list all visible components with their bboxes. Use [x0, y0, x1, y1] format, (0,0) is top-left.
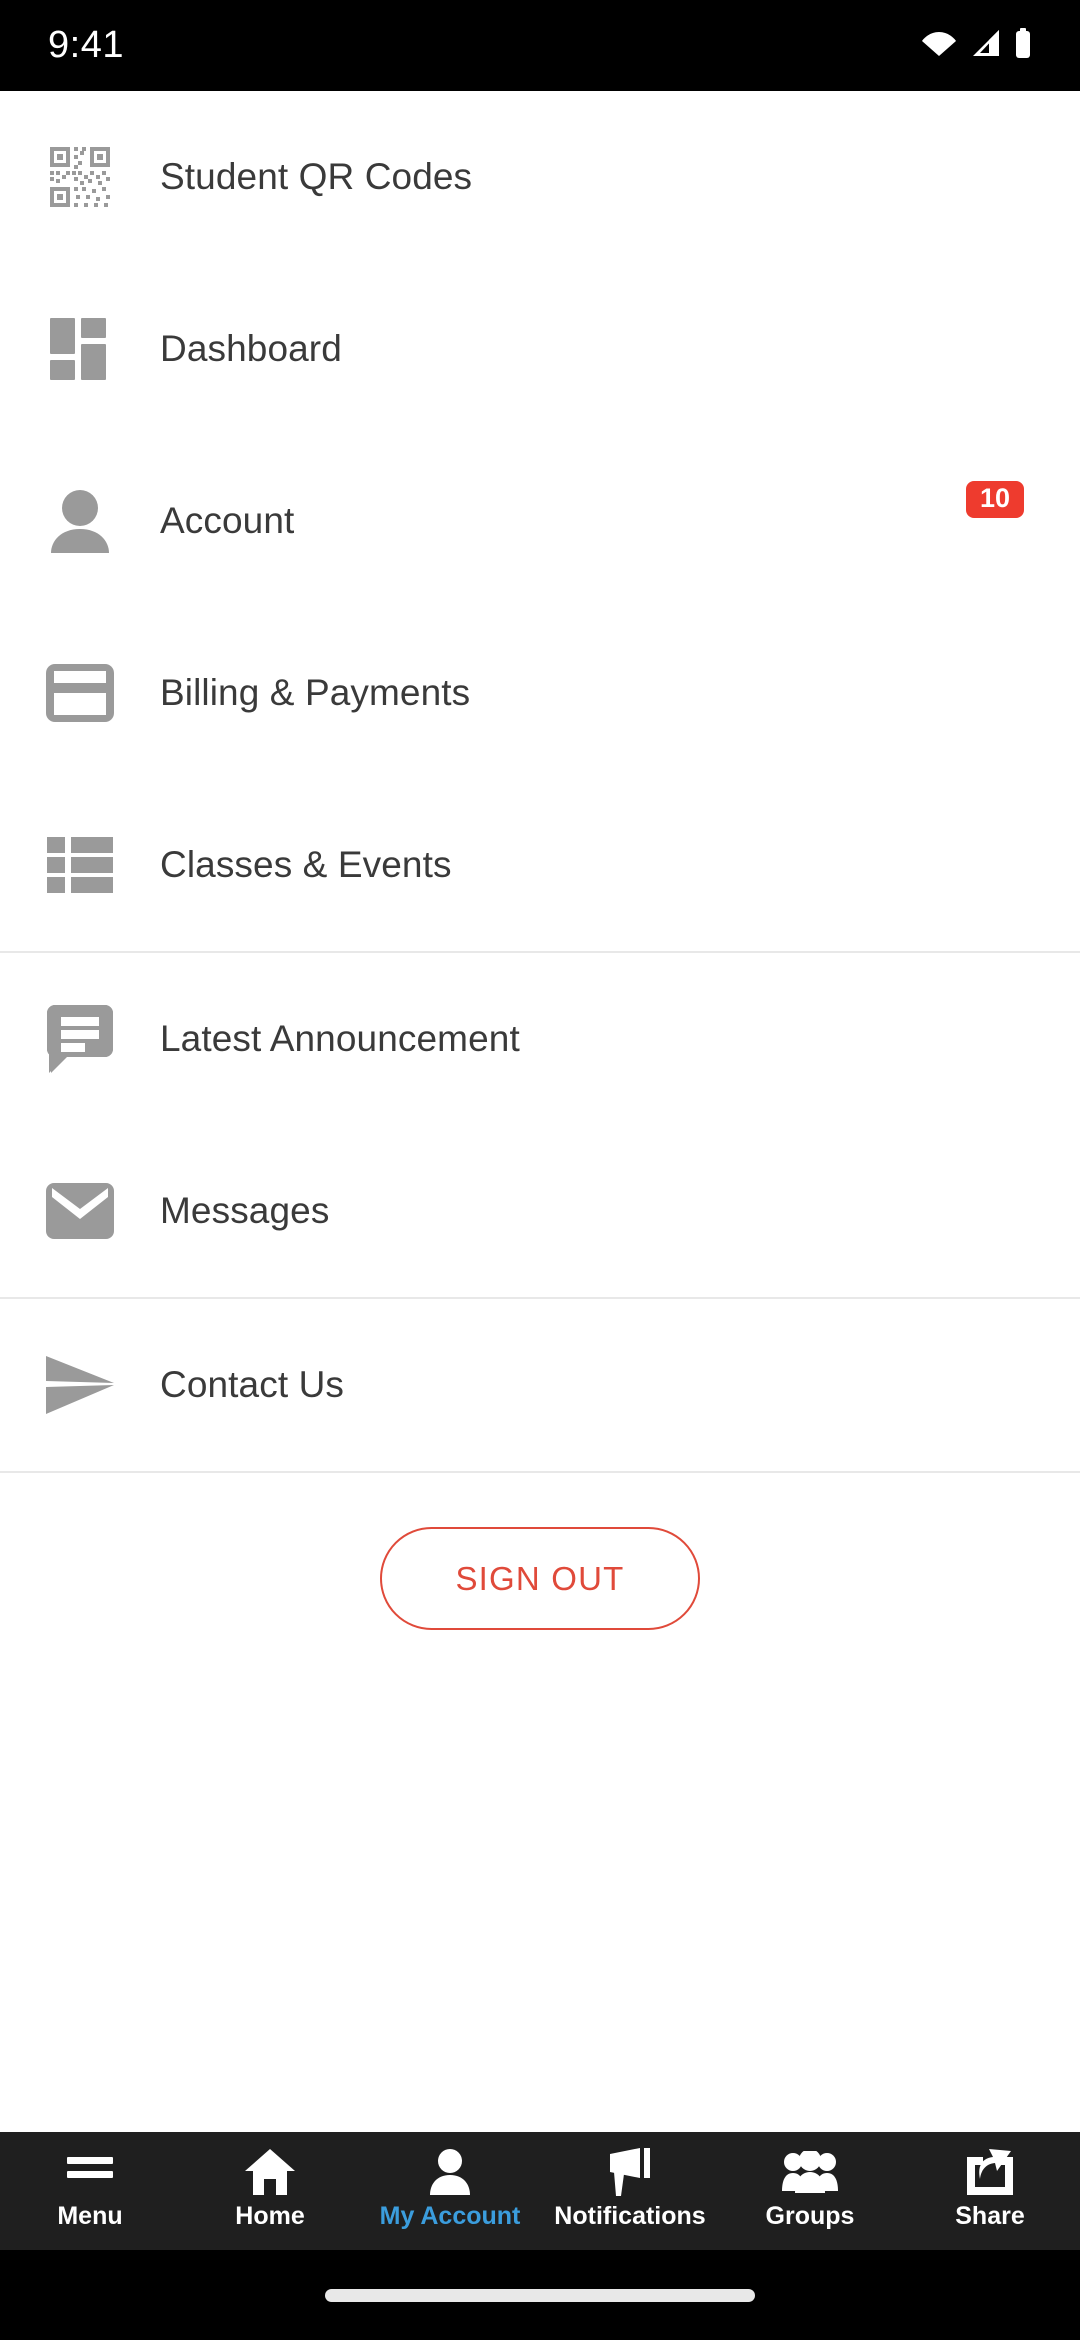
nav-item-label: Share — [955, 2202, 1025, 2230]
battery-icon — [1014, 28, 1032, 63]
sign-out-button[interactable]: SIGN OUT — [380, 1527, 700, 1630]
nav-item-home[interactable]: Home — [180, 2132, 360, 2250]
menu-item-label: Classes & Events — [160, 844, 452, 885]
envelope-icon — [0, 1125, 160, 1297]
gesture-pill[interactable] — [325, 2288, 755, 2302]
menu-item-label: Dashboard — [160, 328, 342, 369]
credit-card-icon — [0, 607, 160, 779]
menu-item-contact-us[interactable]: Contact Us — [0, 1299, 1080, 1471]
menu-item-student-qr-codes[interactable]: Student QR Codes — [0, 91, 1080, 263]
status-bar: 9:41 — [0, 0, 1080, 91]
menu-item-dashboard[interactable]: Dashboard — [0, 263, 1080, 435]
person-icon — [428, 2144, 472, 2200]
menu-item-label: Messages — [160, 1190, 330, 1231]
megaphone-icon — [606, 2144, 654, 2200]
gesture-navigation-bar — [0, 2250, 1080, 2340]
nav-item-label: Groups — [765, 2202, 855, 2230]
menu-group-communication: Latest Announcement Messages — [0, 953, 1080, 1297]
nav-item-notifications[interactable]: Notifications — [540, 2132, 720, 2250]
menu-item-label: Account — [160, 500, 295, 541]
bottom-navigation-bar: Menu Home My Account Notifications Group… — [0, 2132, 1080, 2250]
menu-item-billing-payments[interactable]: Billing & Payments — [0, 607, 1080, 779]
paper-plane-icon — [0, 1299, 160, 1471]
app-screen: 9:41 Student QR Codes Dashboard Account … — [0, 0, 1080, 2340]
menu-group-primary: Student QR Codes Dashboard Account 10 Bi… — [0, 91, 1080, 951]
menu-item-label: Contact Us — [160, 1364, 345, 1405]
menu-item-label: Student QR Codes — [160, 156, 473, 197]
menu-item-label: Latest Announcement — [160, 1018, 520, 1059]
share-icon — [967, 2144, 1013, 2200]
nav-item-groups[interactable]: Groups — [720, 2132, 900, 2250]
menu-group-support: Contact Us — [0, 1299, 1080, 1471]
main-content: Student QR Codes Dashboard Account 10 Bi… — [0, 91, 1080, 2331]
cellular-signal-icon — [970, 30, 1000, 61]
home-icon — [245, 2144, 295, 2200]
nav-item-share[interactable]: Share — [900, 2132, 1080, 2250]
menu-item-account[interactable]: Account 10 — [0, 435, 1080, 607]
nav-item-label: Menu — [57, 2202, 123, 2230]
menu-item-classes-events[interactable]: Classes & Events — [0, 779, 1080, 951]
list-icon — [0, 779, 160, 951]
hamburger-icon — [67, 2144, 113, 2200]
person-icon — [0, 435, 160, 607]
status-time: 9:41 — [48, 24, 124, 66]
wifi-icon — [922, 30, 956, 61]
speech-bubble-icon — [0, 953, 160, 1125]
status-badge: 10 — [965, 481, 1024, 518]
menu-item-label: Billing & Payments — [160, 672, 471, 713]
status-icons — [922, 28, 1032, 63]
nav-item-label: Home — [235, 2202, 305, 2230]
nav-item-label: My Account — [379, 2202, 521, 2230]
people-group-icon — [782, 2144, 838, 2200]
nav-item-label: Notifications — [554, 2202, 706, 2230]
qr-code-icon — [0, 91, 160, 263]
dashboard-grid-icon — [0, 263, 160, 435]
nav-item-my-account[interactable]: My Account — [360, 2132, 540, 2250]
menu-item-latest-announcement[interactable]: Latest Announcement — [0, 953, 1080, 1125]
menu-item-messages[interactable]: Messages — [0, 1125, 1080, 1297]
nav-item-menu[interactable]: Menu — [0, 2132, 180, 2250]
signout-container: SIGN OUT — [0, 1473, 1080, 1630]
